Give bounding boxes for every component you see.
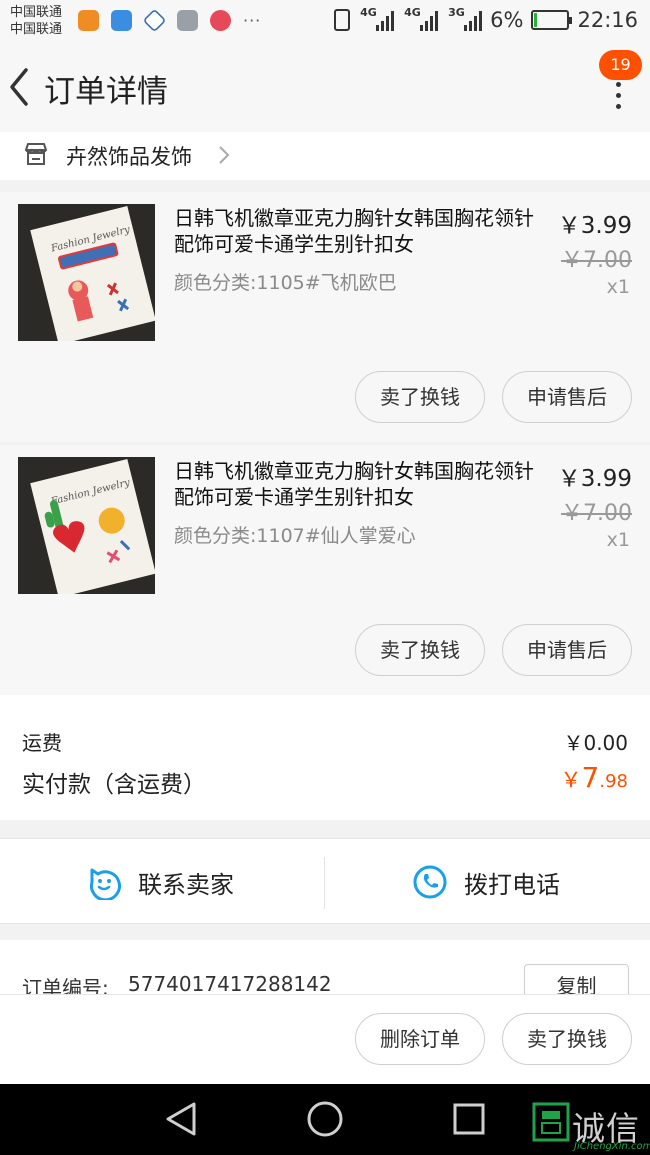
nav-recents-icon[interactable] xyxy=(453,1103,485,1135)
signal-icon-1: 4G xyxy=(360,6,395,31)
status-bar: 中国联通 中国联通 ··· 4G 4G 3G 6% 22:16 xyxy=(0,0,650,44)
bottom-action-bar: 删除订单 卖了换钱 xyxy=(0,994,650,1084)
more-menu-button[interactable] xyxy=(606,82,630,112)
resell-button[interactable]: 卖了换钱 xyxy=(355,624,485,676)
paid-label: 实付款（含运费） xyxy=(22,772,206,798)
order-number-label: 订单编号: xyxy=(22,976,109,995)
battery-icon xyxy=(531,10,573,30)
more-notifications: ··· xyxy=(243,11,262,30)
paid-amount: ￥7.98 xyxy=(561,761,628,794)
phone-icon xyxy=(413,865,447,899)
carrier-2: 中国联通 xyxy=(10,22,63,37)
store-name: 卉然饰品发饰 xyxy=(66,145,192,169)
carrier-info: 中国联通 中国联通 xyxy=(10,4,62,38)
product-original-price: ￥7.00 xyxy=(561,248,632,273)
contact-seller-button[interactable]: 联系卖家 xyxy=(86,839,234,925)
battery-percent: 6% xyxy=(490,8,524,32)
after-sales-button[interactable]: 申请售后 xyxy=(502,624,632,676)
watermark-subtext: JiChengXin.com xyxy=(574,1141,650,1152)
chat-smile-icon xyxy=(89,868,121,900)
call-button[interactable]: 拨打电话 xyxy=(412,839,560,925)
back-button[interactable] xyxy=(4,62,44,112)
order-number-value: 5774017417288142 xyxy=(128,972,332,995)
payment-summary: 运费 ￥0.00 实付款（含运费） ￥7.98 xyxy=(0,695,650,820)
weibo-icon xyxy=(210,10,231,31)
product-thumbnail[interactable]: Fashion Jewelry xyxy=(18,457,155,594)
product-thumbnail[interactable]: Fashion Jewelry xyxy=(18,204,155,341)
product-quantity: x1 xyxy=(606,529,630,551)
signal-icon-3: 3G xyxy=(448,6,483,31)
store-icon xyxy=(25,143,47,165)
product-title[interactable]: 日韩飞机徽章亚克力胸针女韩国胸花领针配饰可爱卡通学生别针扣女 xyxy=(174,205,546,257)
delete-order-button[interactable]: 删除订单 xyxy=(355,1013,485,1065)
network-type-2: 4G xyxy=(404,6,421,19)
clock: 22:16 xyxy=(577,8,638,32)
call-label: 拨打电话 xyxy=(464,870,560,899)
resell-order-button[interactable]: 卖了换钱 xyxy=(502,1013,632,1065)
paid-integer: 7 xyxy=(581,761,600,794)
resell-button[interactable]: 卖了换钱 xyxy=(355,371,485,423)
shipping-label: 运费 xyxy=(22,731,62,755)
product-original-price: ￥7.00 xyxy=(561,501,632,526)
paid-currency: ￥ xyxy=(560,768,582,792)
after-sales-button[interactable]: 申请售后 xyxy=(502,371,632,423)
nav-back-icon[interactable] xyxy=(166,1102,196,1136)
order-item[interactable]: Fashion Jewelry 日韩飞机徽章亚克力胸针女韩国胸花领针配饰可爱卡通… xyxy=(0,192,650,442)
page-title: 订单详情 xyxy=(44,74,168,110)
uc-browser-icon xyxy=(78,10,99,31)
notification-badge: 19 xyxy=(599,50,642,80)
header: 订单详情 xyxy=(0,44,650,132)
nav-home-icon[interactable] xyxy=(307,1101,343,1137)
network-type-1: 4G xyxy=(360,6,377,19)
paid-decimal: .98 xyxy=(599,771,628,792)
vibrate-icon xyxy=(334,9,351,31)
network-type-3: 3G xyxy=(448,6,465,19)
contact-seller-label: 联系卖家 xyxy=(138,870,234,899)
contact-bar: 联系卖家 拨打电话 xyxy=(0,838,650,924)
product-quantity: x1 xyxy=(606,276,630,298)
copy-button[interactable]: 复制 xyxy=(524,964,629,995)
chevron-right-icon xyxy=(219,146,230,164)
chevron-left-icon xyxy=(10,68,28,106)
health-app-icon xyxy=(111,10,132,31)
status-indicators: 4G 4G 3G 6% 22:16 xyxy=(334,6,638,32)
gallery-icon xyxy=(177,10,198,31)
product-spec: 颜色分类:1105#飞机欧巴 xyxy=(174,272,397,294)
product-price: ￥3.99 xyxy=(557,213,632,239)
notification-app-icons: ··· xyxy=(78,8,262,33)
carrier-1: 中国联通 xyxy=(10,5,63,20)
product-spec: 颜色分类:1107#仙人掌爱心 xyxy=(174,525,416,547)
shipping-value: ￥0.00 xyxy=(563,731,628,755)
contact-divider xyxy=(324,857,325,909)
order-number-row: 订单编号: 5774017417288142 复制 xyxy=(0,940,650,995)
product-price: ￥3.99 xyxy=(557,466,632,492)
order-item[interactable]: Fashion Jewelry 日韩飞机徽章亚克力胸针女韩国胸花领针配饰可爱卡通… xyxy=(0,445,650,695)
product-title[interactable]: 日韩飞机徽章亚克力胸针女韩国胸花领针配饰可爱卡通学生别针扣女 xyxy=(174,458,546,510)
diamond-app-icon xyxy=(142,8,167,33)
store-row[interactable]: 卉然饰品发饰 xyxy=(0,132,650,180)
signal-icon-2: 4G xyxy=(404,6,439,31)
